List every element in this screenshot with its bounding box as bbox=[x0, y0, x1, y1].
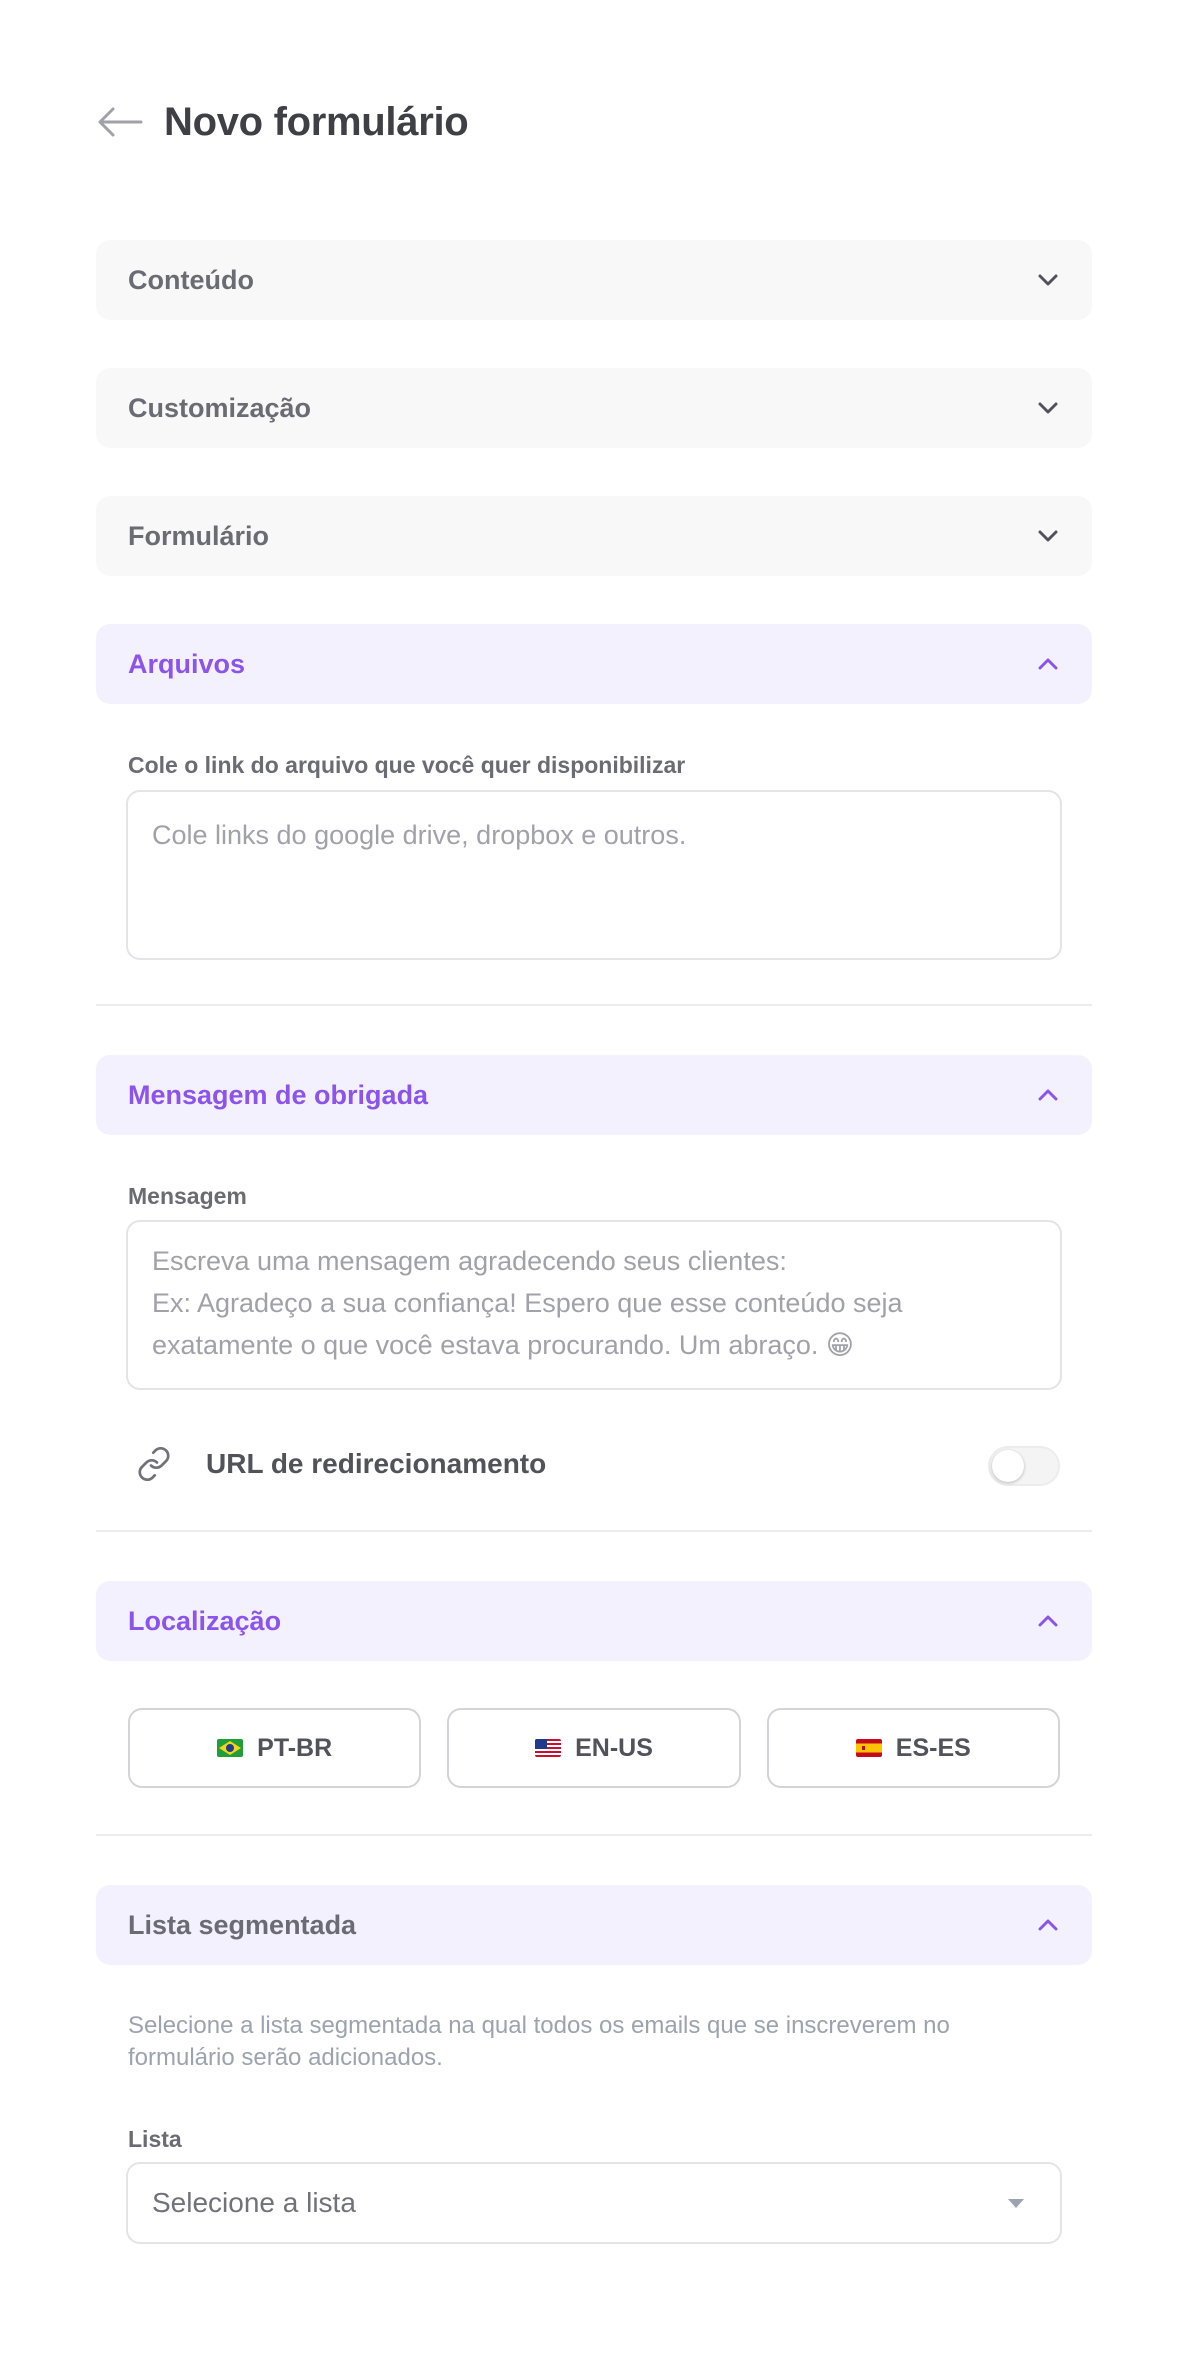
spain-flag-icon bbox=[855, 1739, 882, 1757]
chevron-down-icon bbox=[1036, 396, 1060, 420]
chevron-up-icon bbox=[1036, 1609, 1060, 1633]
list-select-value: Selecione a lista bbox=[152, 2187, 356, 2218]
section-arquivos[interactable]: Arquivos bbox=[96, 624, 1092, 704]
file-link-textarea[interactable]: Cole links do google drive, dropbox e ou… bbox=[126, 790, 1062, 960]
divider bbox=[96, 1834, 1092, 1836]
list-select[interactable]: Selecione a lista bbox=[126, 2162, 1062, 2244]
divider bbox=[96, 1004, 1092, 1006]
section-label: Localização bbox=[128, 1605, 282, 1636]
chevron-up-icon bbox=[1036, 1913, 1060, 1937]
redirect-url-label: URL de redirecionamento bbox=[206, 1448, 547, 1479]
divider bbox=[96, 1530, 1092, 1532]
page-title: Novo formulário bbox=[164, 99, 469, 144]
file-link-placeholder: Cole links do google drive, dropbox e ou… bbox=[152, 820, 687, 850]
language-options: PT-BR EN-US ES-ES bbox=[128, 1708, 1060, 1788]
language-button-es-es[interactable]: ES-ES bbox=[766, 1708, 1060, 1788]
chevron-down-icon bbox=[1036, 524, 1060, 548]
section-label: Formulário bbox=[128, 520, 270, 551]
toggle-knob bbox=[992, 1450, 1024, 1482]
message-textarea[interactable]: Escreva uma mensagem agradecendo seus cl… bbox=[126, 1220, 1062, 1390]
section-formulario[interactable]: Formulário bbox=[96, 496, 1092, 576]
brazil-flag-icon bbox=[217, 1739, 244, 1757]
chevron-up-icon bbox=[1036, 1083, 1060, 1107]
segment-list-help-text: Selecione a lista segmentada na qual tod… bbox=[128, 2010, 1058, 2074]
arrow-left-icon bbox=[98, 107, 143, 137]
language-button-en-us[interactable]: EN-US bbox=[447, 1708, 741, 1788]
section-label: Mensagem de obrigada bbox=[128, 1079, 429, 1110]
chevron-up-icon bbox=[1036, 652, 1060, 676]
help-text-line: Selecione a lista segmentada na qual tod… bbox=[128, 2012, 950, 2039]
redirect-url-toggle[interactable] bbox=[988, 1446, 1060, 1486]
language-button-pt-br[interactable]: PT-BR bbox=[128, 1708, 422, 1788]
list-label: Lista bbox=[128, 2126, 182, 2152]
section-label: Lista segmentada bbox=[128, 1909, 357, 1940]
message-placeholder-line: Ex: Agradeço a sua confiança! Espero que… bbox=[152, 1288, 903, 1318]
language-label: PT-BR bbox=[257, 1733, 333, 1762]
language-label: ES-ES bbox=[895, 1733, 971, 1762]
section-localizacao[interactable]: Localização bbox=[96, 1581, 1092, 1661]
back-button[interactable] bbox=[96, 98, 144, 146]
caret-down-icon bbox=[1008, 2198, 1024, 2208]
redirect-url-row: URL de redirecionamento bbox=[126, 1432, 1062, 1496]
section-customizacao[interactable]: Customização bbox=[96, 368, 1092, 448]
message-placeholder-line: Escreva uma mensagem agradecendo seus cl… bbox=[152, 1246, 787, 1276]
page-header: Novo formulário bbox=[96, 92, 469, 152]
usa-flag-icon bbox=[535, 1739, 562, 1757]
file-link-label: Cole o link do arquivo que você quer dis… bbox=[128, 752, 686, 778]
section-mensagem-obrigada[interactable]: Mensagem de obrigada bbox=[96, 1055, 1092, 1135]
section-conteudo[interactable]: Conteúdo bbox=[96, 240, 1092, 320]
chevron-down-icon bbox=[1036, 268, 1060, 292]
language-label: EN-US bbox=[575, 1733, 653, 1762]
message-placeholder-line: exatamente o que você estava procurando.… bbox=[152, 1330, 855, 1360]
section-label: Arquivos bbox=[128, 648, 246, 679]
link-icon bbox=[132, 1442, 176, 1486]
section-label: Customização bbox=[128, 392, 312, 423]
help-text-line: formulário serão adicionados. bbox=[128, 2044, 443, 2071]
message-label: Mensagem bbox=[128, 1183, 247, 1209]
section-label: Conteúdo bbox=[128, 264, 254, 295]
section-lista-segmentada[interactable]: Lista segmentada bbox=[96, 1885, 1092, 1965]
